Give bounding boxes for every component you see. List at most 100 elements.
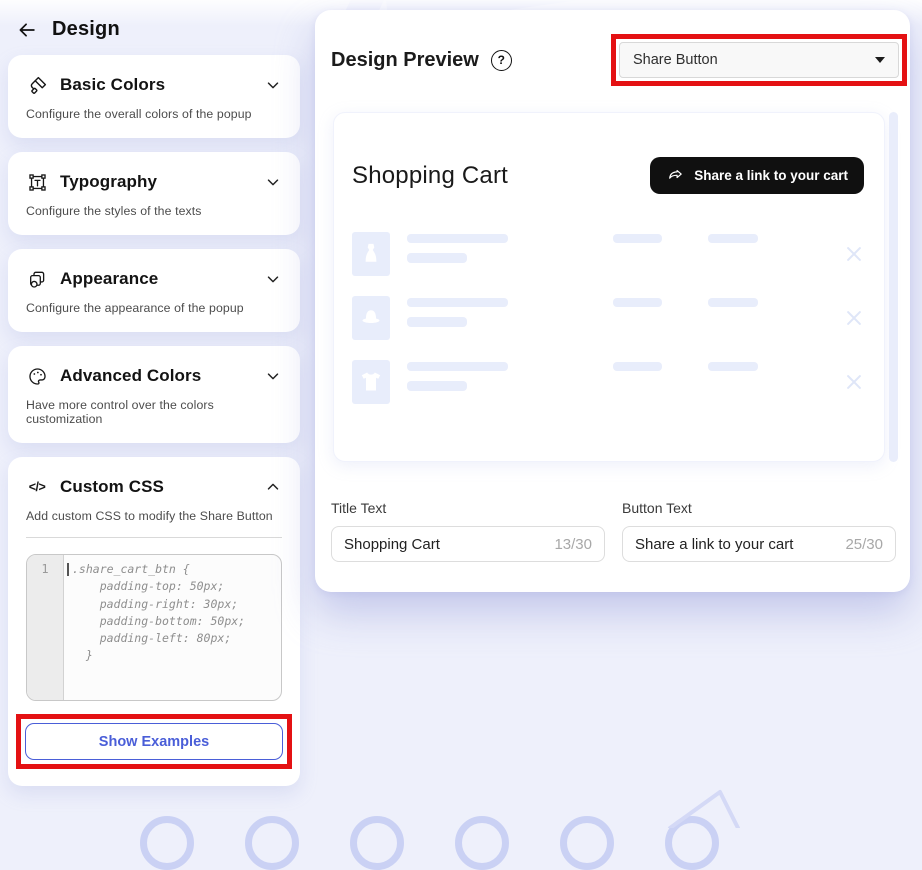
item-thumbnail	[352, 296, 390, 340]
chevron-up-icon	[264, 478, 282, 496]
title-text-input[interactable]	[344, 536, 546, 553]
section-label: Advanced Colors	[60, 366, 252, 386]
preview-element-dropdown[interactable]: Share Button	[619, 42, 899, 78]
item-thumbnail	[352, 232, 390, 276]
item-text-placeholder	[407, 232, 508, 263]
section-label: Appearance	[60, 269, 252, 289]
tshirt-icon	[359, 370, 383, 394]
editor-code[interactable]: .share_cart_btn { padding-top: 50px; pad…	[64, 555, 251, 700]
share-cart-button[interactable]: Share a link to your cart	[650, 157, 864, 194]
preview-scrollbar[interactable]	[889, 112, 898, 462]
field-label: Title Text	[331, 500, 605, 516]
cart-item-list	[352, 232, 864, 404]
section-description: Configure the styles of the texts	[26, 204, 282, 218]
section-label: Custom CSS	[60, 477, 252, 497]
sidebar-title: Design	[52, 18, 120, 41]
section-label: Basic Colors	[60, 75, 252, 95]
custom-css-editor[interactable]: 1 .share_cart_btn { padding-top: 50px; p…	[26, 554, 282, 701]
button-text-input[interactable]	[635, 536, 837, 553]
back-arrow-icon[interactable]	[16, 19, 38, 41]
remove-item-icon[interactable]	[844, 372, 864, 392]
cart-item-row	[352, 232, 864, 276]
skeleton-bar	[613, 298, 662, 307]
cart-item-row	[352, 296, 864, 340]
paint-roller-icon	[26, 74, 48, 96]
panel-title-group: Design Preview ?	[331, 49, 512, 72]
decor-arc	[665, 816, 719, 870]
section-advanced-colors-header[interactable]: Advanced Colors	[26, 365, 282, 387]
popup-header: Shopping Cart Share a link to your cart	[352, 157, 864, 194]
panel-title: Design Preview	[331, 49, 479, 72]
item-thumbnail	[352, 360, 390, 404]
skeleton-bar	[708, 362, 758, 371]
decor-arc	[245, 816, 299, 870]
section-typography-header[interactable]: Typography	[26, 171, 282, 193]
remove-item-icon[interactable]	[844, 308, 864, 328]
appearance-icon	[26, 268, 48, 290]
section-appearance: Appearance Configure the appearance of t…	[8, 249, 300, 332]
section-description: Configure the appearance of the popup	[26, 301, 282, 315]
chevron-down-icon	[264, 367, 282, 385]
section-description: Have more control over the colors custom…	[26, 398, 282, 426]
dropdown-value: Share Button	[633, 52, 718, 68]
button-text-field: Button Text 25/30	[622, 500, 896, 562]
skeleton-bar	[613, 234, 662, 243]
share-cart-button-label: Share a link to your cart	[694, 168, 848, 183]
editor-line-number: 1	[27, 555, 64, 700]
field-label: Button Text	[622, 500, 896, 516]
section-description: Configure the overall colors of the popu…	[26, 107, 282, 121]
annotation-highlight: Share Button	[611, 34, 907, 86]
skeleton-bar	[407, 381, 467, 391]
annotation-highlight: Show Examples	[16, 714, 292, 769]
hat-icon	[359, 307, 383, 329]
item-text-placeholder	[407, 296, 508, 327]
decor-arc	[350, 816, 404, 870]
section-description: Add custom CSS to modify the Share Butto…	[26, 509, 282, 523]
skeleton-bar	[613, 362, 662, 371]
caret-down-icon	[875, 57, 885, 63]
panel-header: Design Preview ? Share Button	[315, 34, 910, 86]
share-arrow-icon	[666, 166, 685, 185]
char-counter: 13/30	[554, 536, 592, 553]
chevron-down-icon	[264, 270, 282, 288]
section-basic-colors-header[interactable]: Basic Colors	[26, 74, 282, 96]
skeleton-bar	[708, 298, 758, 307]
divider	[26, 537, 282, 538]
cart-item-row	[352, 360, 864, 404]
dress-icon	[360, 241, 382, 267]
design-sidebar: Design Basic Colors Configure the overal…	[8, 0, 300, 800]
section-typography: Typography Configure the styles of the t…	[8, 152, 300, 235]
section-appearance-header[interactable]: Appearance	[26, 268, 282, 290]
decor-arc	[140, 816, 194, 870]
text-fields-row: Title Text 13/30 Button Text 25/30	[315, 500, 910, 562]
palette-icon	[26, 365, 48, 387]
title-text-field: Title Text 13/30	[331, 500, 605, 562]
field-box: 25/30	[622, 526, 896, 562]
editor-caret	[67, 563, 69, 576]
show-examples-button[interactable]: Show Examples	[25, 723, 283, 760]
decor-arc	[560, 816, 614, 870]
sidebar-header: Design	[8, 0, 300, 55]
popup-title: Shopping Cart	[352, 162, 508, 190]
skeleton-bar	[708, 234, 758, 243]
skeleton-bar	[407, 253, 467, 263]
skeleton-bar	[407, 298, 508, 307]
section-custom-css-header[interactable]: </> Custom CSS	[26, 476, 282, 498]
skeleton-bar	[407, 317, 467, 327]
chevron-down-icon	[264, 76, 282, 94]
section-advanced-colors: Advanced Colors Have more control over t…	[8, 346, 300, 443]
code-icon: </>	[26, 476, 48, 498]
typography-icon	[26, 171, 48, 193]
section-label: Typography	[60, 172, 252, 192]
design-preview-panel: Design Preview ? Share Button Shopping C…	[315, 10, 910, 592]
decor-triangle	[656, 784, 756, 828]
decor-arc	[455, 816, 509, 870]
remove-item-icon[interactable]	[844, 244, 864, 264]
char-counter: 25/30	[845, 536, 883, 553]
preview-area: Shopping Cart Share a link to your cart	[315, 112, 910, 462]
help-icon[interactable]: ?	[491, 50, 512, 71]
section-custom-css: </> Custom CSS Add custom CSS to modify …	[8, 457, 300, 786]
chevron-down-icon	[264, 173, 282, 191]
popup-preview-card: Shopping Cart Share a link to your cart	[333, 112, 885, 462]
item-text-placeholder	[407, 360, 508, 391]
